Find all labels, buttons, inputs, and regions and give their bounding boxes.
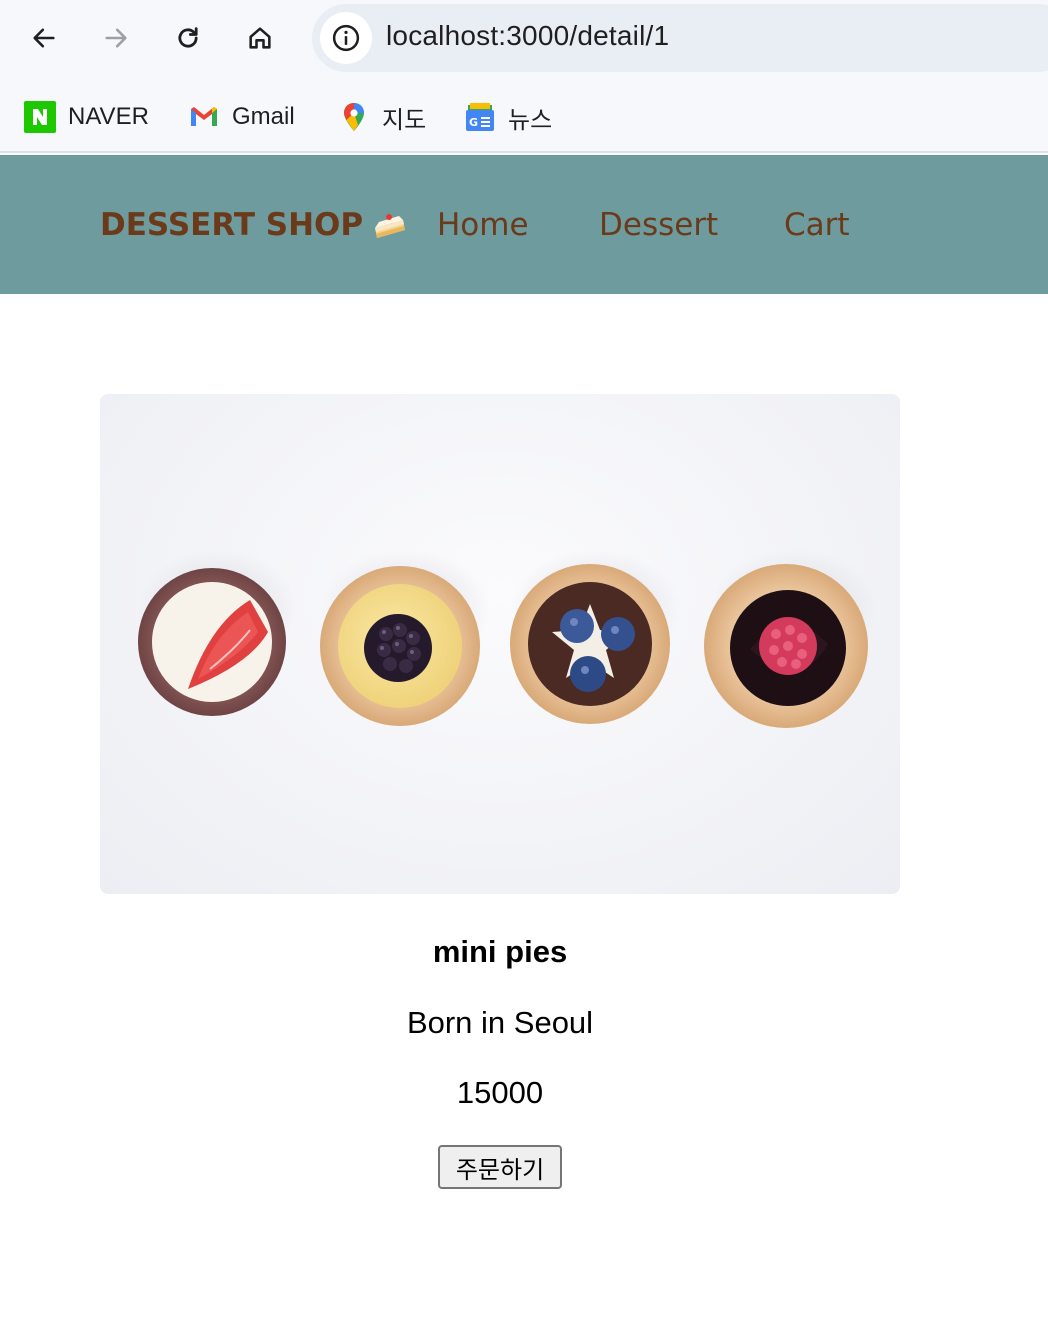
bookmark-maps[interactable]: 지도 — [338, 100, 426, 134]
brand-logo[interactable]: DESSERT SHOP — [100, 207, 407, 243]
reload-icon — [178, 27, 198, 48]
bookmarks-bar: NAVER Gmail 지도 G 뉴스 — [0, 76, 1048, 153]
news-icon: G — [464, 101, 496, 133]
nav-link-cart[interactable]: Cart — [784, 207, 850, 243]
maps-icon — [338, 101, 370, 133]
address-bar[interactable]: localhost:3000/detail/1 — [312, 4, 1048, 72]
bookmark-naver[interactable]: NAVER — [24, 100, 149, 134]
naver-icon — [24, 101, 56, 133]
forward-button[interactable] — [96, 18, 136, 58]
svg-text:G: G — [469, 116, 478, 129]
site-info-icon[interactable] — [320, 12, 372, 64]
home-button[interactable] — [240, 18, 280, 58]
nav-link-home[interactable]: Home — [437, 207, 529, 243]
reload-button[interactable] — [168, 18, 208, 58]
home-icon — [249, 27, 271, 49]
product-price: 15000 — [456, 1075, 544, 1110]
nav-link-dessert[interactable]: Dessert — [599, 207, 718, 243]
bookmark-gmail[interactable]: Gmail — [188, 100, 295, 134]
arrow-left-icon — [33, 28, 55, 48]
url-text[interactable]: localhost:3000/detail/1 — [386, 20, 669, 52]
browser-toolbar: localhost:3000/detail/1 — [0, 0, 1048, 76]
back-button[interactable] — [24, 18, 64, 58]
gmail-icon — [188, 101, 220, 133]
brand-text: DESSERT SHOP — [100, 207, 364, 243]
bookmark-news[interactable]: G 뉴스 — [464, 100, 552, 134]
product-title: mini pies — [432, 934, 568, 969]
site-navbar: DESSERT SHOP Home Dessert Cart — [0, 155, 1048, 294]
product-image — [100, 394, 900, 894]
product-description: Born in Seoul — [406, 1005, 594, 1040]
arrow-right-icon — [105, 28, 127, 48]
cake-icon — [373, 210, 407, 240]
order-button[interactable]: 주문하기 — [438, 1145, 562, 1189]
